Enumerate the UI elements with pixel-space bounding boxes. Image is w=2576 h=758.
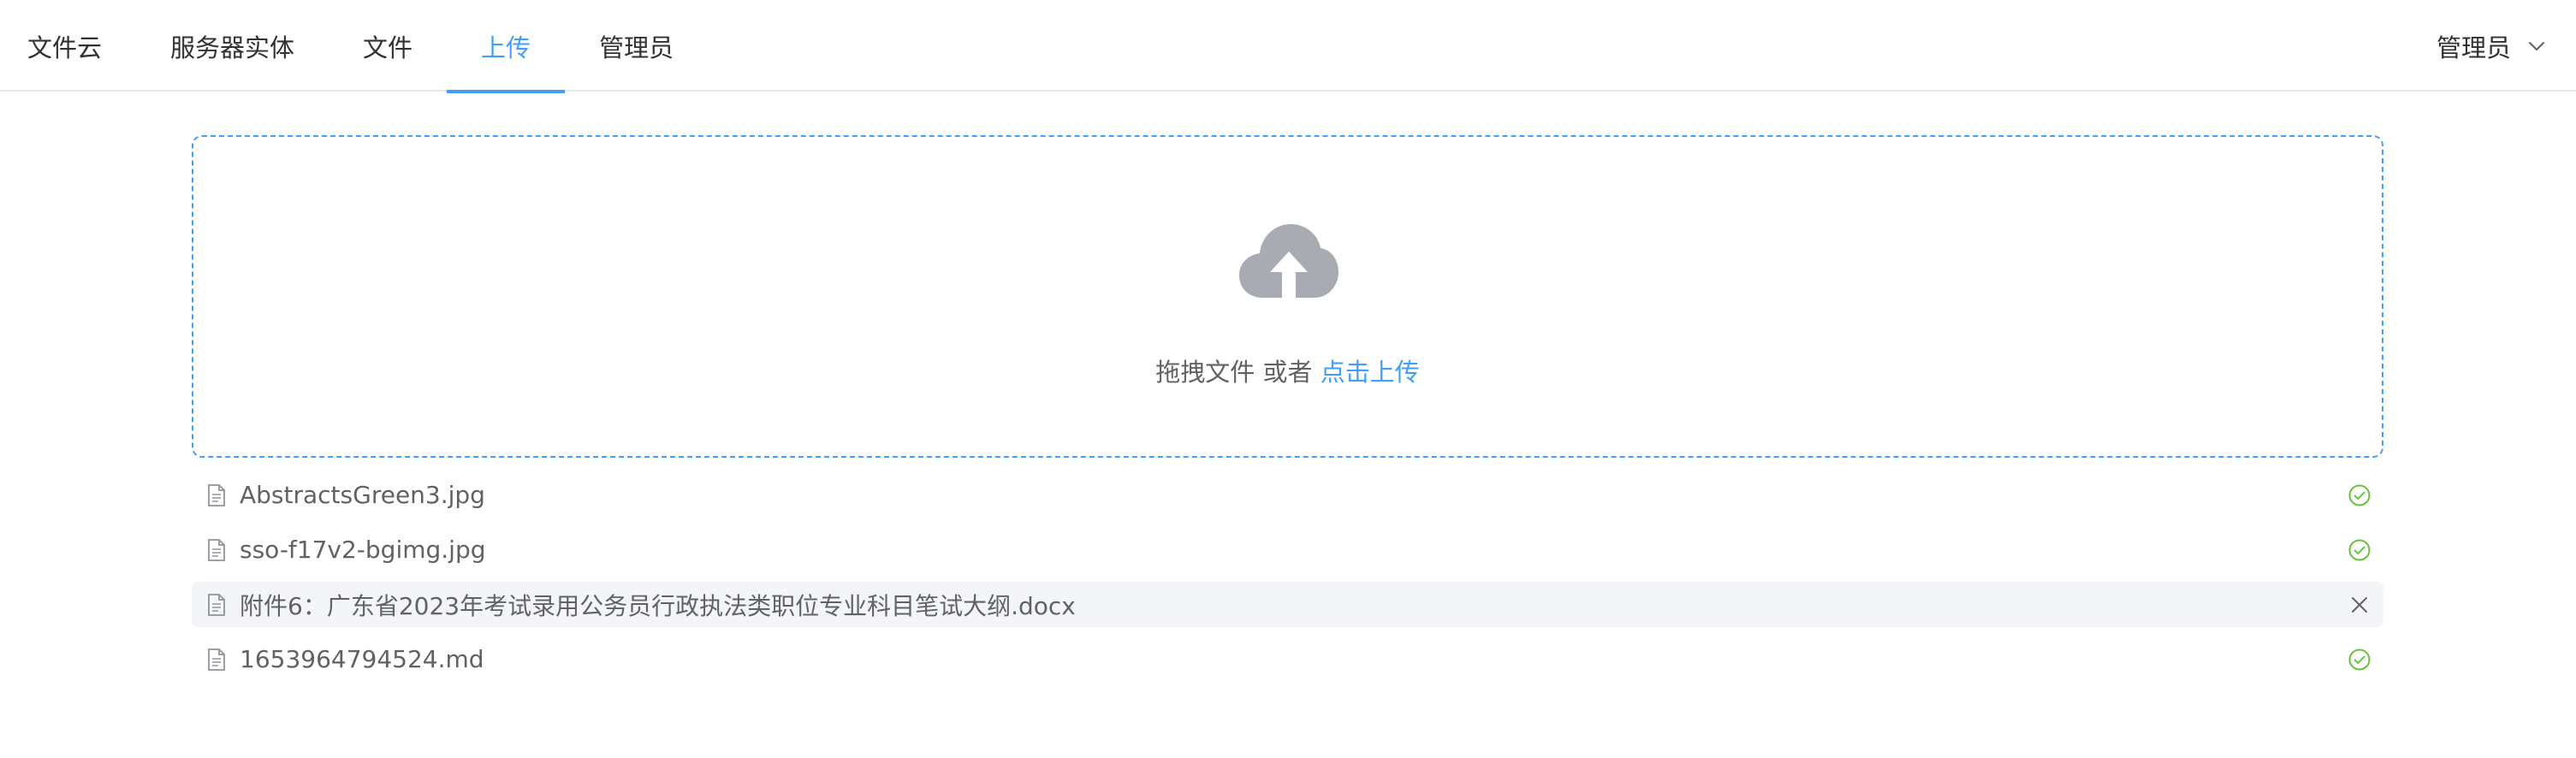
nav-item-file-cloud[interactable]: 文件云 (0, 0, 136, 92)
nav-item-label: 文件 (363, 33, 413, 62)
nav-item-admin[interactable]: 管理员 (565, 0, 708, 92)
upload-prompt-text: 拖拽文件 或者 (1155, 358, 1321, 387)
chevron-down-icon (2529, 41, 2544, 50)
file-list-item[interactable]: AbstractsGreen3.jpg (192, 472, 2383, 518)
success-check-icon (2348, 539, 2371, 560)
file-list-item[interactable]: sso-f17v2-bgimg.jpg (192, 527, 2383, 572)
nav-item-upload[interactable]: 上传 (447, 0, 566, 93)
upload-cloud-icon (1239, 224, 1338, 299)
document-icon (208, 538, 225, 561)
nav-item-files[interactable]: 文件 (329, 0, 447, 92)
nav-item-label: 文件云 (27, 33, 103, 62)
file-name: 附件6：广东省2023年考试录用公务员行政执法类职位专业科目笔试大纲.docx (240, 591, 1076, 620)
nav-item-server-entity[interactable]: 服务器实体 (136, 0, 329, 92)
file-list-item[interactable]: 1653964794524.md (192, 637, 2383, 682)
document-icon (208, 648, 225, 671)
file-name: AbstractsGreen3.jpg (240, 481, 485, 509)
upload-dropzone[interactable]: 拖拽文件 或者 点击上传 (192, 135, 2383, 458)
nav-item-label: 服务器实体 (170, 33, 295, 62)
document-icon (208, 593, 225, 616)
main-nav: 文件云 服务器实体 文件 上传 管理员 (0, 0, 708, 93)
nav-item-label: 上传 (481, 33, 531, 62)
click-upload-link[interactable]: 点击上传 (1321, 358, 1420, 387)
upload-hint: 拖拽文件 或者 点击上传 (193, 352, 2382, 388)
success-check-icon (2348, 484, 2371, 506)
document-icon (208, 483, 225, 506)
file-name: sso-f17v2-bgimg.jpg (240, 536, 486, 564)
user-menu-label: 管理员 (2436, 33, 2511, 62)
remove-file-close-icon[interactable] (2347, 593, 2371, 617)
top-nav-bar: 文件云 服务器实体 文件 上传 管理员 管理员 (0, 0, 2576, 93)
user-menu-dropdown[interactable]: 管理员 (2437, 0, 2547, 92)
success-check-icon (2348, 648, 2371, 670)
file-name: 1653964794524.md (240, 645, 484, 673)
file-list-item[interactable]: 附件6：广东省2023年考试录用公务员行政执法类职位专业科目笔试大纲.docx (192, 582, 2383, 627)
upload-file-list: AbstractsGreen3.jpg sso-f17v2-bgimg.jpg … (192, 472, 2383, 691)
nav-item-label: 管理员 (599, 33, 674, 62)
